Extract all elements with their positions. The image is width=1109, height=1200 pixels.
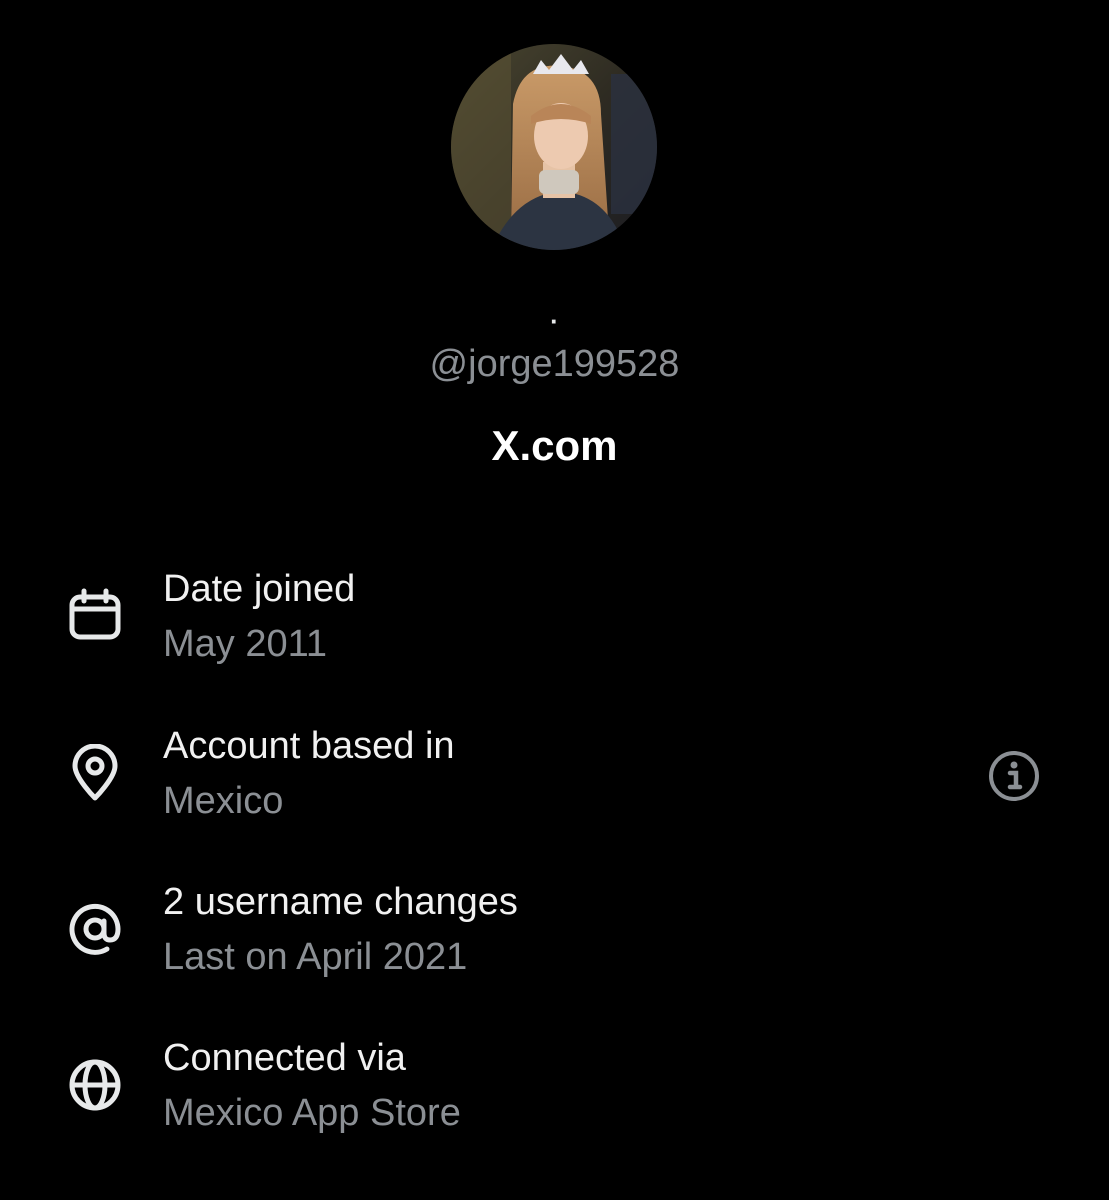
profile-avatar[interactable] bbox=[451, 44, 657, 250]
username-changes-row: 2 username changes Last on April 2021 bbox=[0, 880, 1109, 990]
globe-icon bbox=[69, 1059, 121, 1111]
row-value: Last on April 2021 bbox=[163, 936, 468, 978]
info-icon[interactable] bbox=[986, 748, 1042, 804]
row-title: Account based in bbox=[163, 725, 455, 767]
avatar-image bbox=[451, 44, 657, 250]
row-title: Date joined bbox=[163, 568, 356, 610]
calendar-icon bbox=[69, 588, 121, 640]
site-name: X.com bbox=[491, 422, 618, 469]
row-value: Mexico bbox=[163, 780, 284, 822]
display-name: · bbox=[550, 306, 559, 336]
row-title: 2 username changes bbox=[163, 881, 518, 923]
connected-via-row: Connected via Mexico App Store bbox=[0, 1036, 1109, 1146]
row-value: Mexico App Store bbox=[163, 1092, 461, 1134]
row-value: May 2011 bbox=[163, 623, 328, 665]
date-joined-row: Date joined May 2011 bbox=[0, 567, 1109, 677]
username-handle: @jorge199528 bbox=[429, 343, 680, 385]
at-sign-icon bbox=[69, 903, 121, 955]
row-title: Connected via bbox=[163, 1037, 406, 1079]
location-pin-icon bbox=[72, 744, 118, 801]
account-based-in-row: Account based in Mexico bbox=[0, 724, 1109, 834]
